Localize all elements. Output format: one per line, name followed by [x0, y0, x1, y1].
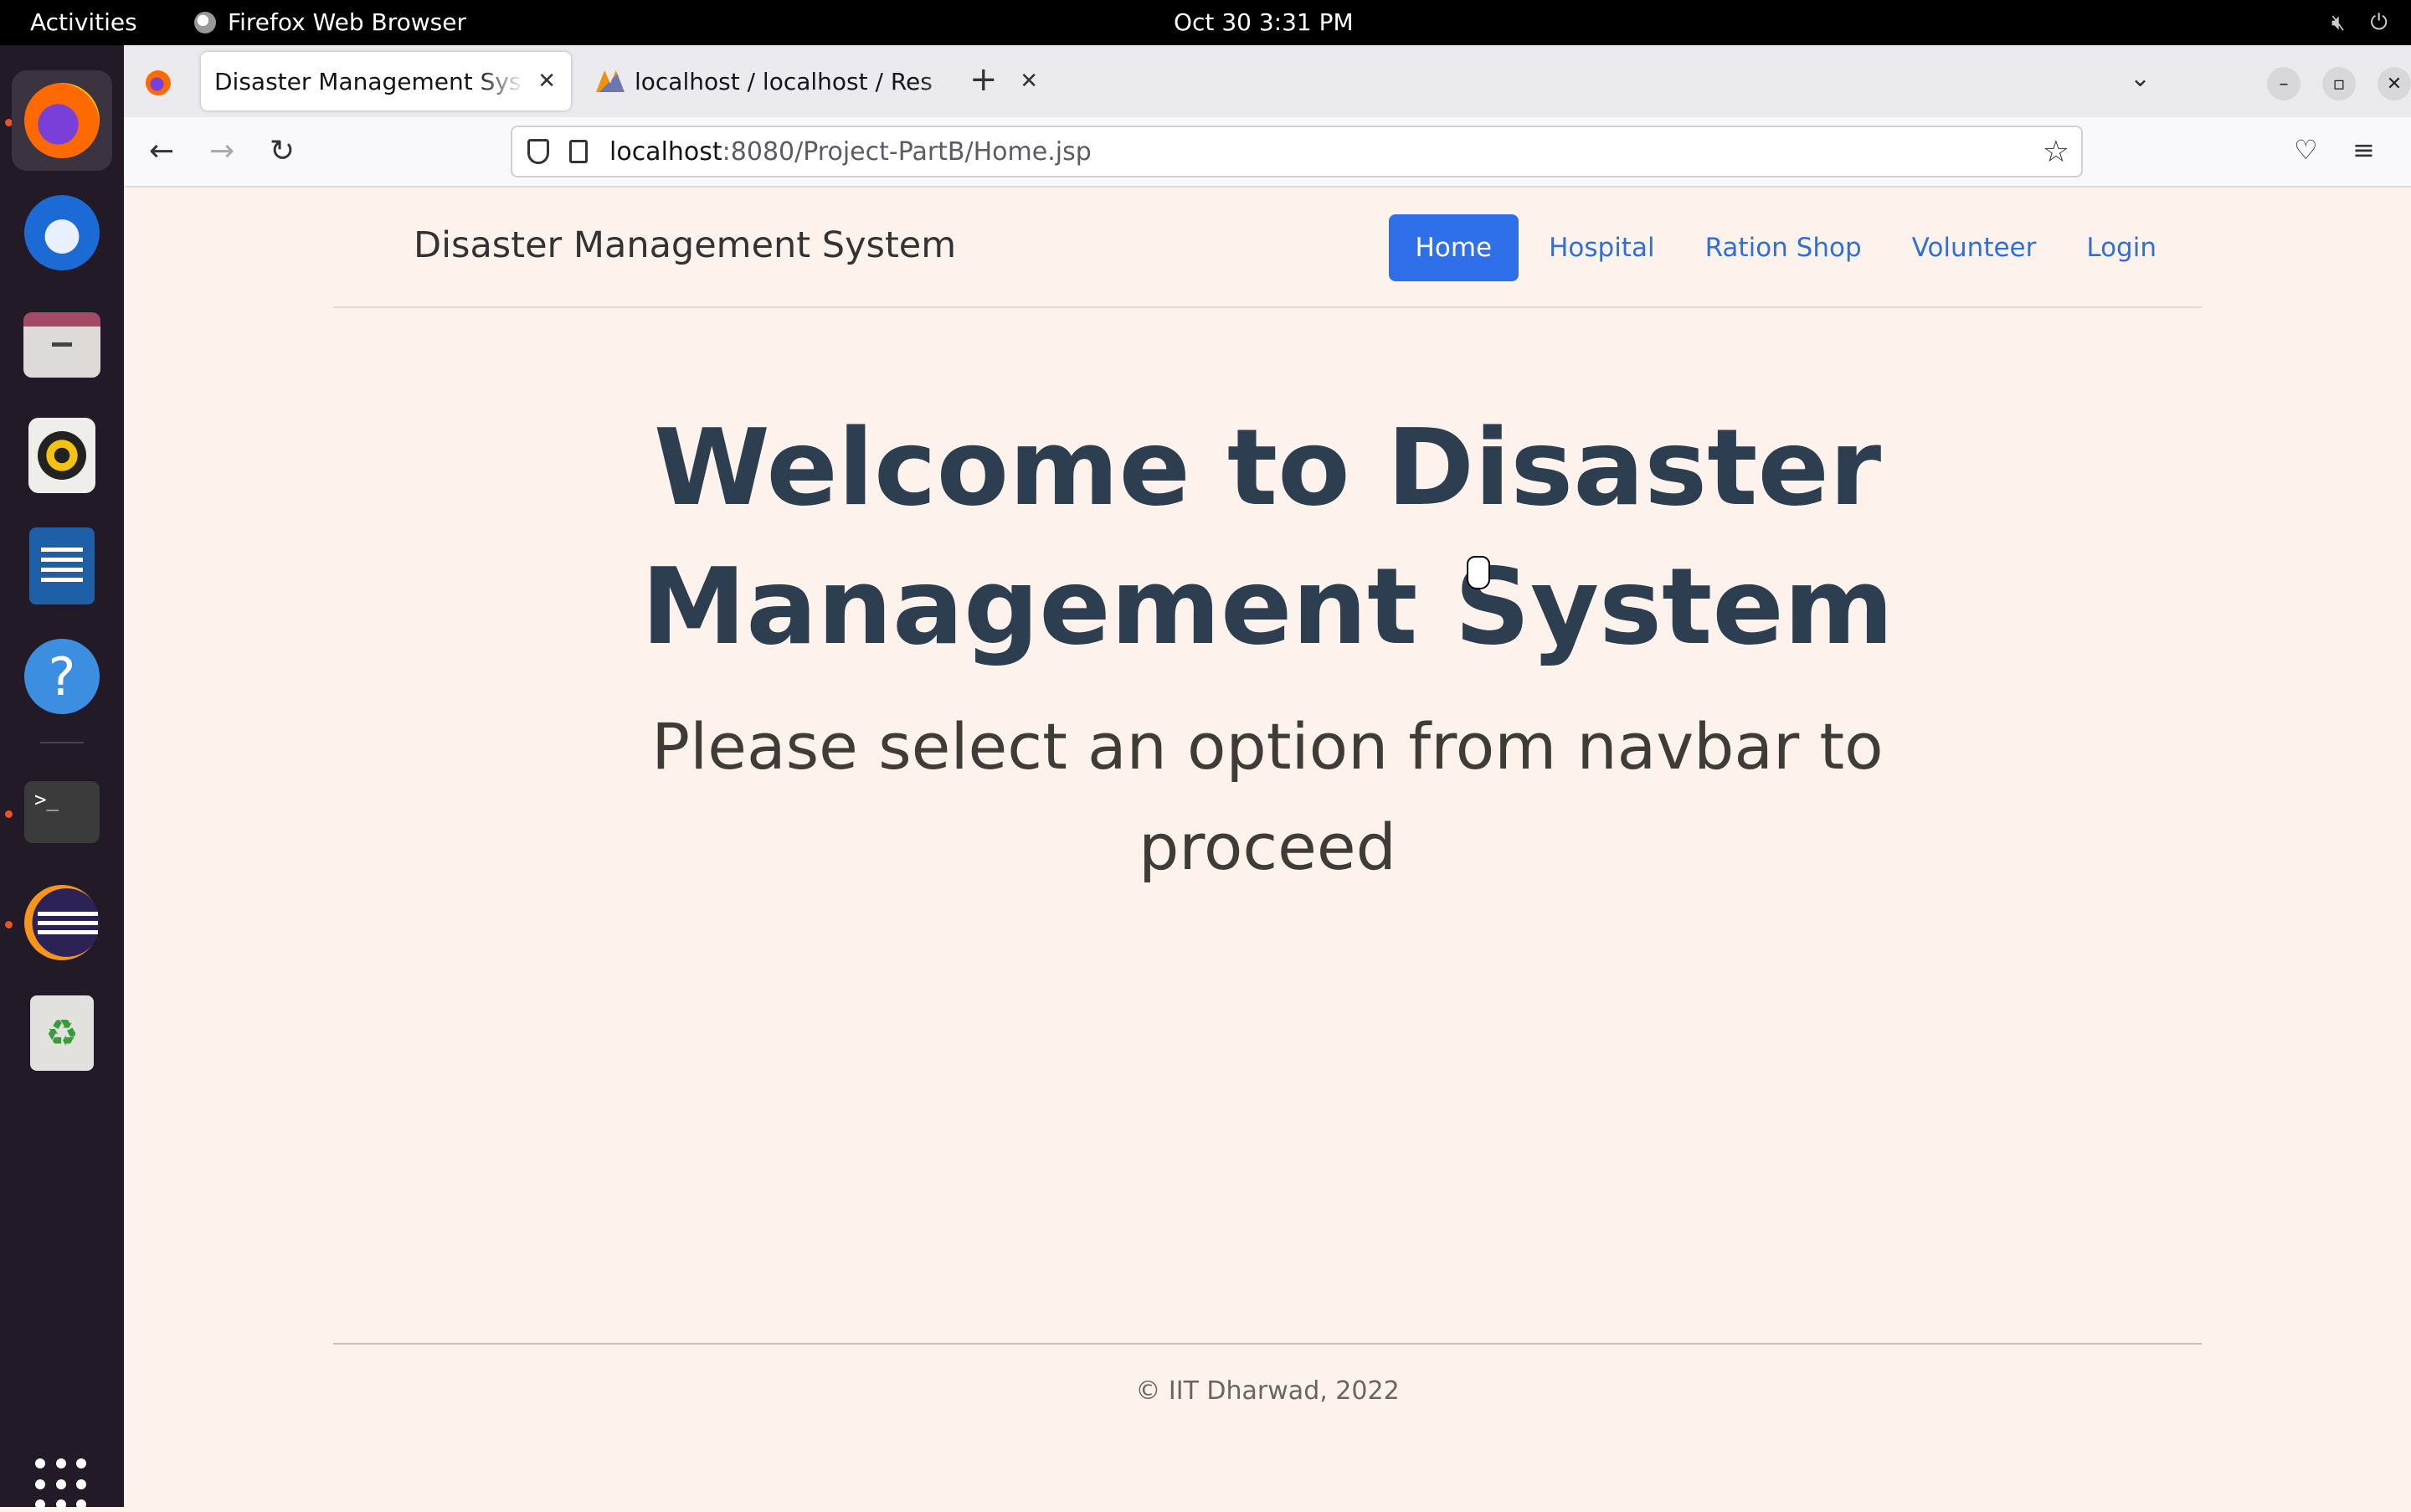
- dock-files[interactable]: [12, 295, 112, 395]
- hero-section: Welcome to Disaster Management System Pl…: [124, 399, 2411, 897]
- hero-subtitle: Please select an option from navbar to p…: [651, 709, 1884, 884]
- close-icon[interactable]: ✕: [537, 69, 556, 94]
- activities-button[interactable]: Activities: [30, 8, 137, 36]
- web-page: Disaster Management System Home Hospital…: [124, 188, 2411, 1507]
- app-menu-label: Firefox Web Browser: [228, 8, 466, 36]
- forward-button[interactable]: →: [209, 134, 234, 168]
- bookmark-star-icon[interactable]: ☆: [2043, 135, 2069, 169]
- dock-rhythmbox[interactable]: [12, 405, 112, 506]
- chevron-down-icon[interactable]: ⌄: [2130, 64, 2151, 93]
- nav-login[interactable]: Login: [2066, 216, 2177, 280]
- dock-thunderbird[interactable]: [12, 183, 112, 283]
- dock-writer[interactable]: [12, 516, 112, 616]
- dock-eclipse[interactable]: [12, 872, 112, 973]
- close-icon[interactable]: ✕: [1020, 69, 1038, 94]
- system-tray[interactable]: 🔇︎ ⏻: [2331, 10, 2388, 36]
- minimize-button[interactable]: –: [2267, 67, 2300, 100]
- browser-toolbar: ← → ↻ localhost:8080/Project-PartB/Home.…: [124, 117, 2411, 188]
- rhythmbox-icon: [28, 418, 95, 493]
- hero-title: Welcome to Disaster Management System: [640, 406, 1894, 668]
- footer-divider: [333, 1343, 2202, 1345]
- dock-firefox[interactable]: [12, 70, 112, 171]
- pocket-icon[interactable]: ♡: [2294, 134, 2318, 166]
- dock-separator: [40, 742, 84, 743]
- tab-label: Disaster Management System: [214, 67, 524, 95]
- clock[interactable]: Oct 30 3:31 PM: [1174, 8, 1354, 36]
- footer-copyright: © IIT Dharwad, 2022: [1135, 1376, 1400, 1406]
- dock-help[interactable]: ?: [12, 626, 112, 727]
- tab-bar: Disaster Management System ✕ localhost /…: [124, 45, 2411, 117]
- thunderbird-icon: [24, 195, 100, 270]
- phpmyadmin-icon: [596, 70, 625, 92]
- mute-icon[interactable]: 🔇︎: [2331, 10, 2345, 36]
- nav-hospital[interactable]: Hospital: [1529, 216, 1674, 280]
- show-apps-icon[interactable]: [35, 1458, 89, 1512]
- url-path: :8080/Project-PartB/Home.jsp: [722, 136, 1092, 167]
- site-brand[interactable]: Disaster Management System: [414, 224, 956, 266]
- terminal-icon: >_: [24, 781, 100, 843]
- url-bar[interactable]: localhost:8080/Project-PartB/Home.jsp ☆: [511, 126, 2083, 177]
- browser-chrome: Disaster Management System ✕ localhost /…: [124, 45, 2411, 188]
- window-close-button[interactable]: ✕: [2378, 67, 2411, 100]
- site-header: Disaster Management System Home Hospital…: [333, 188, 2202, 308]
- page-info-icon[interactable]: [569, 140, 588, 163]
- url-host: localhost: [609, 136, 722, 167]
- firefox-view-icon[interactable]: [146, 70, 171, 95]
- files-icon: [23, 312, 100, 378]
- new-tab-button[interactable]: +: [969, 60, 998, 99]
- site-navbar: Home Hospital Ration Shop Volunteer Logi…: [1388, 214, 2177, 281]
- reload-button[interactable]: ↻: [270, 134, 295, 168]
- firefox-icon: [24, 83, 100, 158]
- nav-home[interactable]: Home: [1388, 214, 1519, 281]
- maximize-button[interactable]: ▫: [2322, 67, 2356, 100]
- firefox-small-icon: [194, 11, 216, 33]
- tab-label: localhost / localhost / Res: [635, 67, 933, 95]
- url-text[interactable]: localhost:8080/Project-PartB/Home.jsp: [609, 137, 1092, 167]
- mouse-cursor: [1467, 556, 1490, 589]
- dock: ? >_ ♻: [0, 45, 124, 1510]
- dock-trash[interactable]: ♻: [12, 983, 112, 1083]
- menu-icon[interactable]: ≡: [2352, 134, 2375, 166]
- tab-disaster-management[interactable]: Disaster Management System ✕: [201, 52, 571, 111]
- nav-volunteer[interactable]: Volunteer: [1892, 216, 2057, 280]
- trash-icon: ♻: [30, 995, 94, 1071]
- app-menu[interactable]: Firefox Web Browser: [194, 8, 466, 36]
- system-top-bar: Activities Firefox Web Browser Oct 30 3:…: [0, 0, 2411, 45]
- back-button[interactable]: ←: [149, 134, 174, 168]
- power-icon[interactable]: ⏻: [2370, 10, 2388, 36]
- eclipse-icon: [24, 885, 100, 960]
- dock-terminal[interactable]: >_: [12, 762, 112, 862]
- help-icon: ?: [24, 639, 100, 714]
- shield-icon[interactable]: [527, 139, 549, 164]
- writer-icon: [29, 527, 95, 604]
- nav-ration-shop[interactable]: Ration Shop: [1685, 216, 1882, 280]
